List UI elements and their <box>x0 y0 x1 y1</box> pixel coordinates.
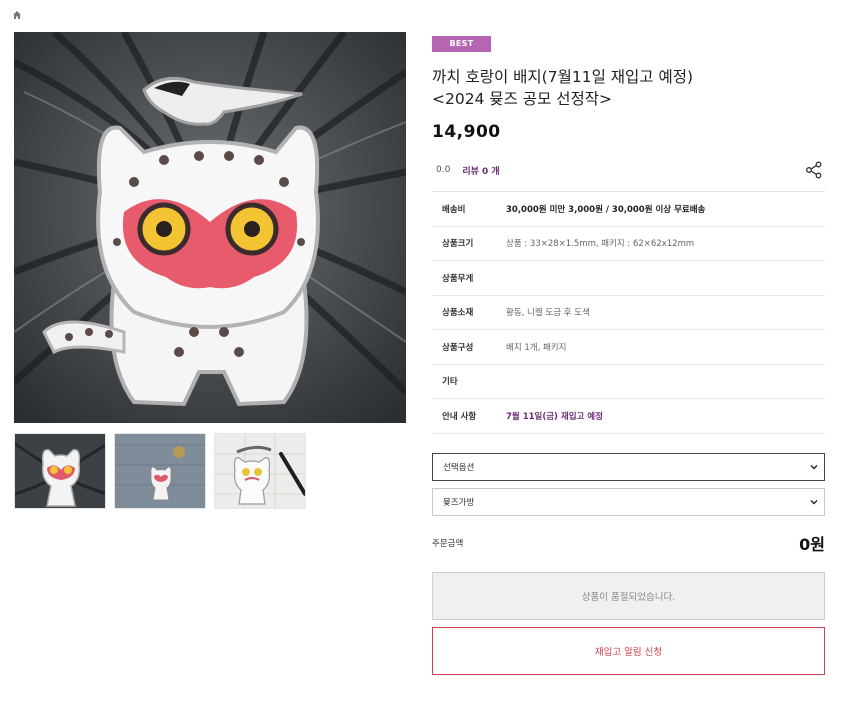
option-select[interactable]: 선택옵션 <box>432 452 825 481</box>
share-icon[interactable] <box>805 161 823 179</box>
product-info: BEST 까치 호랑이 배지(7월11일 재입고 예정) <2024 뮺즈 공모… <box>432 31 825 675</box>
product-title: 까치 호랑이 배지(7월11일 재입고 예정) <2024 뮺즈 공모 선정작> <box>432 66 825 110</box>
option-select-value: 선택옵션 <box>443 462 475 473</box>
soldout-button: 상품이 품절되었습니다. <box>432 571 825 620</box>
spec-row-notice: 안내 사항 7월 11일(금) 재입고 예정 <box>432 399 825 434</box>
spec-value: 황동, 니켈 도금 후 도색 <box>506 308 590 319</box>
chevron-down-icon <box>810 464 818 469</box>
rating-value: 0.0 <box>436 165 451 175</box>
spec-label: 상품소재 <box>442 308 474 319</box>
spec-label: 안내 사항 <box>442 411 477 422</box>
bag-option-select[interactable]: 뮺즈가방 <box>432 487 825 516</box>
spec-value: 30,000원 미만 3,000원 / 30,000원 이상 무료배송 <box>506 204 706 215</box>
spec-value: 배지 1개, 패키지 <box>506 342 567 353</box>
chevron-down-icon <box>810 499 818 504</box>
spec-label: 상품무게 <box>442 273 474 284</box>
thumbnail-strip <box>14 433 306 509</box>
bag-option-select-value: 뮺즈가방 <box>443 497 475 508</box>
home-icon[interactable] <box>12 10 22 20</box>
spec-row-material: 상품소재 황동, 니켈 도금 후 도색 <box>432 296 825 330</box>
spec-row-size: 상품크기 상품 : 33×28×1.5mm, 패키지 : 62×62x12mm <box>432 227 825 261</box>
product-price: 14,900 <box>432 122 501 142</box>
spec-value: 상품 : 33×28×1.5mm, 패키지 : 62×62x12mm <box>506 239 695 250</box>
spec-value: 7월 11일(금) 재입고 예정 <box>506 411 603 422</box>
spec-row-contents: 상품구성 배지 1개, 패키지 <box>432 330 825 365</box>
rating-row: 0.0 리뷰 0 개 <box>432 158 825 182</box>
spec-row-weight: 상품무게 <box>432 261 825 296</box>
spec-table: 배송비 30,000원 미만 3,000원 / 30,000원 이상 무료배송 … <box>432 191 825 434</box>
restock-alert-button[interactable]: 재입고 알림 신청 <box>432 626 825 675</box>
spec-row-etc: 기타 <box>432 365 825 399</box>
review-link[interactable]: 리뷰 0 개 <box>462 164 499 177</box>
spec-label: 상품크기 <box>442 239 474 250</box>
product-title-line2: <2024 뮺즈 공모 선정작> <box>432 90 613 108</box>
spec-label: 상품구성 <box>442 342 474 353</box>
product-title-line1: 까치 호랑이 배지(7월11일 재입고 예정) <box>432 68 694 86</box>
best-badge: BEST <box>432 36 491 52</box>
thumbnail-1[interactable] <box>14 433 106 509</box>
spec-label: 기타 <box>442 377 458 388</box>
thumbnail-3[interactable] <box>214 433 306 509</box>
order-total-value: 0원 <box>799 534 825 554</box>
spec-row-shipping: 배송비 30,000원 미만 3,000원 / 30,000원 이상 무료배송 <box>432 192 825 227</box>
spec-label: 배송비 <box>442 204 466 215</box>
thumbnail-2[interactable] <box>114 433 206 509</box>
order-total-label: 주문금액 <box>432 538 464 549</box>
order-total-row: 주문금액 0원 <box>432 532 825 554</box>
main-product-image <box>14 32 406 423</box>
